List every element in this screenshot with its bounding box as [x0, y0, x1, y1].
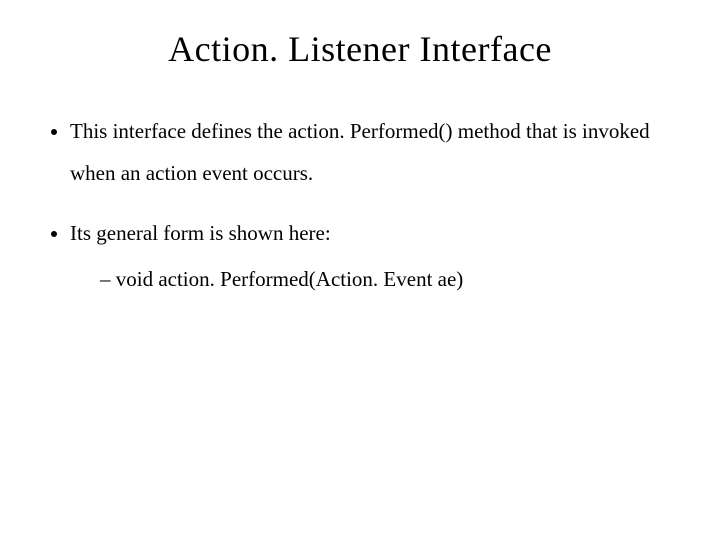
slide: Action. Listener Interface This interfac… — [0, 0, 720, 540]
bullet-item-1: This interface defines the action. Perfo… — [70, 110, 680, 194]
bullet-item-2-text: Its general form is shown here: — [70, 221, 331, 245]
bullet-list: This interface defines the action. Perfo… — [40, 110, 680, 300]
bullet-item-2: Its general form is shown here: void act… — [70, 212, 680, 300]
sub-bullet-item-1: void action. Performed(Action. Event ae) — [100, 258, 680, 300]
sub-bullet-list: void action. Performed(Action. Event ae) — [70, 258, 680, 300]
slide-title: Action. Listener Interface — [40, 28, 680, 70]
